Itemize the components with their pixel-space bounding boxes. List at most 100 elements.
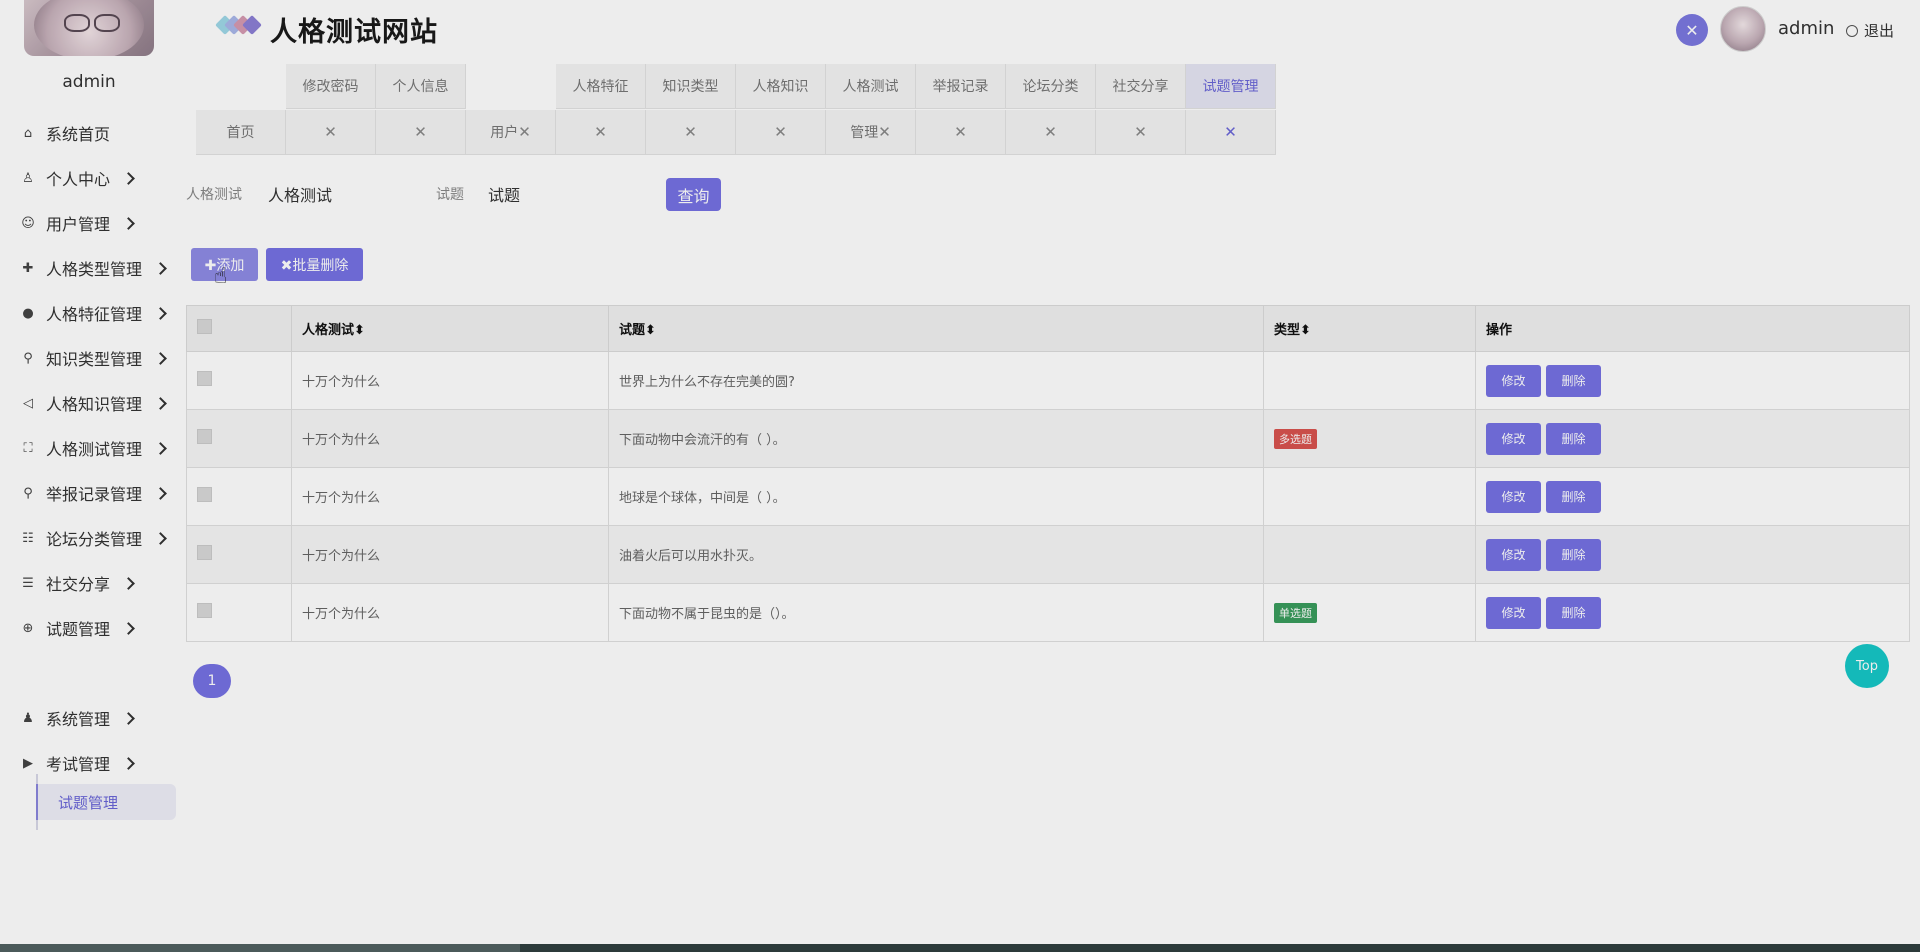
tab-forum-category[interactable]: 论坛分类 [1006,64,1096,109]
tab-change-password[interactable]: 修改密码 [286,64,376,109]
tab-bar: 修改密码 个人信息 人格特征 知识类型 人格知识 人格测试 举报记录 论坛分类 … [196,64,1276,156]
row-select-cell[interactable] [186,583,292,642]
tab-personality-knowledge[interactable]: 人格知识 [736,64,826,109]
sidebar-item-label: 人格类型管理 [46,260,143,279]
sidebar-item-3[interactable]: ✚ 人格类型管理 [0,250,178,286]
sidebar-item-10[interactable]: ☰ 社交分享 [0,565,178,601]
sidebar-item-1[interactable]: ♙ 个人中心 [0,160,178,196]
chevron-right-icon [122,171,135,185]
row-select-cell[interactable] [186,409,292,468]
tab-personality-traits[interactable]: 人格特征 [556,64,646,109]
edit-button[interactable]: 修改 [1486,364,1541,397]
row-checkbox[interactable] [197,371,212,386]
chevron-right-icon [154,351,167,365]
tab-close-question-manage[interactable]: ✕ [1186,110,1276,155]
row-select-cell[interactable] [186,525,292,584]
tab-close-personal-info[interactable]: ✕ [376,110,466,155]
sidebar-item-6[interactable]: ◁ 人格知识管理 [0,385,178,421]
sort-icon[interactable]: ⬍ [354,323,365,338]
edit-button[interactable]: 修改 [1486,596,1541,629]
batch-delete-button[interactable]: ✖批量删除 [266,248,363,281]
menu-icon: ☰ [22,575,34,591]
tab-user[interactable]: 用户 ✕ [466,110,556,155]
play-icon: ▶ [23,755,33,771]
sidebar-item-2[interactable]: ☺ 用户管理 [0,205,178,241]
row-checkbox[interactable] [197,429,212,444]
chevron-right-icon [122,756,135,770]
header-type[interactable]: 类型⬍ [1263,305,1476,352]
sidebar-item-12[interactable]: ♟ 系统管理 [0,700,178,736]
row-checkbox[interactable] [197,603,212,618]
sidebar-item-label: 系统管理 [46,710,111,729]
tab-close-personality-traits[interactable]: ✕ [556,110,646,155]
row-select-cell[interactable] [186,467,292,526]
sidebar-item-0[interactable]: ⌂ 系统首页 [0,115,178,151]
cell-actions: 修改 删除 [1475,583,1910,642]
tab-report-records[interactable]: 举报记录 [916,64,1006,109]
tab-close-personality-knowledge[interactable]: ✕ [736,110,826,155]
cell-question: 下面动物中会流汗的有（ ）。 [608,409,1264,468]
tab-close-social-share[interactable]: ✕ [1096,110,1186,155]
close-icon: ✕ [1224,123,1237,141]
sidebar-avatar [24,0,154,56]
cell-type [1263,467,1476,526]
chevron-right-icon [154,306,167,320]
close-icon: ✕ [1044,123,1057,141]
logout-button[interactable]: 退出 [1846,20,1894,41]
tab-personality-test[interactable]: 人格测试 [826,64,916,109]
select-all-cell[interactable] [186,305,292,352]
sidebar-item-5[interactable]: ⚲ 知识类型管理 [0,340,178,376]
select-all-checkbox[interactable] [197,319,212,334]
fullscreen-button[interactable]: ✕ [1676,14,1708,46]
delete-button[interactable]: 删除 [1546,422,1601,455]
search-input-test[interactable] [268,180,418,208]
cell-type: 多选题 [1263,409,1476,468]
chevron-right-icon [122,711,135,725]
tab-personal-info[interactable]: 个人信息 [376,64,466,109]
sidebar-subitem-question-manage[interactable]: 试题管理 [36,784,176,820]
header-test[interactable]: 人格测试⬍ [291,305,609,352]
sidebar-item-label: 举报记录管理 [46,485,143,504]
sidebar-item-label: 人格知识管理 [46,395,143,414]
sidebar-item-9[interactable]: ☷ 论坛分类管理 [0,520,178,556]
search-input-question[interactable] [488,180,638,208]
header-avatar[interactable] [1720,6,1766,52]
header-question[interactable]: 试题⬍ [608,305,1264,352]
delete-button[interactable]: 删除 [1546,480,1601,513]
tab-knowledge-types[interactable]: 知识类型 [646,64,736,109]
search-button[interactable]: 查询 [666,178,721,211]
sidebar-item-8[interactable]: ⚲ 举报记录管理 [0,475,178,511]
tab-home[interactable]: 首页 [196,110,286,155]
smile-icon: ☺ [21,215,35,231]
tab-close-knowledge-types[interactable]: ✕ [646,110,736,155]
sidebar-item-7[interactable]: ⛶ 人格测试管理 [0,430,178,466]
type-badge: 多选题 [1274,428,1317,449]
delete-button[interactable]: 删除 [1546,364,1601,397]
row-checkbox[interactable] [197,545,212,560]
close-icon: ✕ [774,123,787,141]
tab-question-manage[interactable]: 试题管理 [1186,64,1276,109]
close-icon: ✕ [518,123,531,141]
tab-manage[interactable]: 管理 ✕ [826,110,916,155]
sort-icon[interactable]: ⬍ [1300,323,1311,338]
users-icon: ♟ [22,710,34,726]
sort-icon[interactable]: ⬍ [645,323,656,338]
tab-close-forum-category[interactable]: ✕ [1006,110,1096,155]
delete-button[interactable]: 删除 [1546,596,1601,629]
pagination-page-1[interactable]: 1 [193,664,231,698]
sidebar-item-4[interactable]: ● 人格特征管理 [0,295,178,331]
row-checkbox[interactable] [197,487,212,502]
tab-close-report-records[interactable]: ✕ [916,110,1006,155]
edit-button[interactable]: 修改 [1486,422,1541,455]
edit-button[interactable]: 修改 [1486,538,1541,571]
row-select-cell[interactable] [186,351,292,410]
sidebar-item-13[interactable]: ▶ 考试管理 [0,745,178,781]
back-to-top-button[interactable]: Top [1845,644,1889,688]
delete-button[interactable]: 删除 [1546,538,1601,571]
table-row: 十万个为什么 油着火后可以用水扑灭。 修改 删除 [186,525,1910,584]
sidebar-item-11[interactable]: ⊕ 试题管理 [0,610,178,646]
tab-close-change-password[interactable]: ✕ [286,110,376,155]
tab-social-share[interactable]: 社交分享 [1096,64,1186,109]
edit-button[interactable]: 修改 [1486,480,1541,513]
cell-question: 下面动物不属于昆虫的是（）。 [608,583,1264,642]
